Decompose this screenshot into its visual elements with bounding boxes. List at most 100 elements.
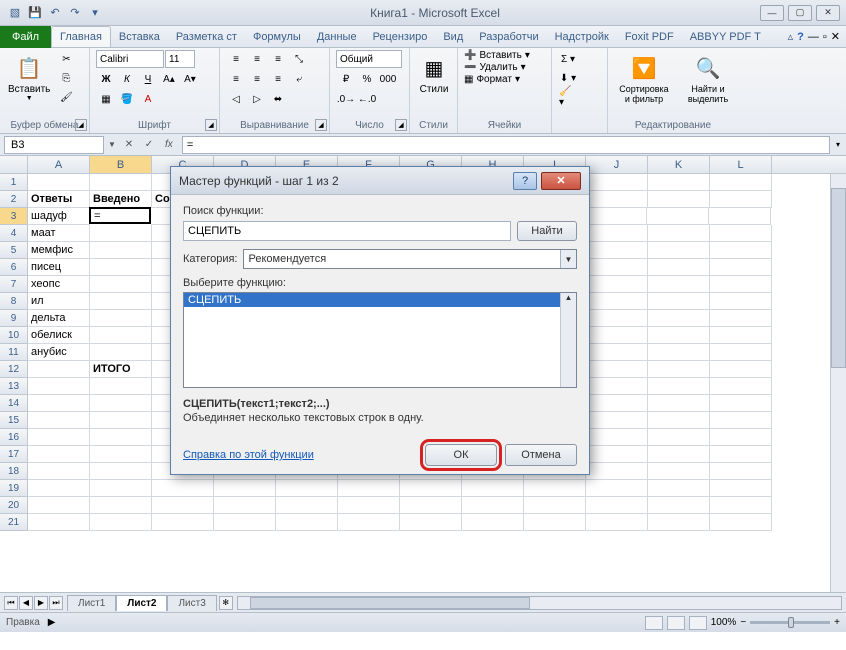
cell[interactable] [90,463,152,480]
cell[interactable] [586,429,648,446]
cell[interactable] [276,497,338,514]
column-header[interactable]: J [586,156,648,173]
ribbon-tab-1[interactable]: Вставка [111,26,168,47]
cell[interactable] [586,344,648,361]
cell[interactable] [214,480,276,497]
cell[interactable] [586,174,648,191]
enter-formula-icon[interactable]: ✓ [140,136,158,154]
excel-icon[interactable]: ▧ [6,4,24,22]
cell[interactable] [214,514,276,531]
function-help-link[interactable]: Справка по этой функции [183,449,314,461]
cell[interactable] [648,242,710,259]
cell[interactable] [586,480,648,497]
vscroll-thumb[interactable] [831,188,846,368]
column-header[interactable]: K [648,156,710,173]
align-left-icon[interactable]: ≡ [226,70,246,88]
row-header[interactable]: 20 [0,497,28,514]
row-header[interactable]: 15 [0,412,28,429]
ribbon-tab-2[interactable]: Разметка ст [168,26,245,47]
cell[interactable] [647,208,709,225]
undo-icon[interactable]: ↶ [46,4,64,22]
underline-button[interactable]: Ч [138,70,158,88]
page-break-view-icon[interactable] [689,616,707,630]
row-header[interactable]: 2 [0,191,28,208]
ribbon-tab-6[interactable]: Вид [435,26,471,47]
sort-filter-button[interactable]: 🔽 Сортировка и фильтр [614,50,674,106]
clear-icon[interactable]: 🧹 ▾ [558,88,578,106]
dialog-titlebar[interactable]: Мастер функций - шаг 1 из 2 ? ✕ [171,167,589,195]
sheet-tab[interactable]: Лист3 [167,595,216,611]
cell[interactable] [28,174,90,191]
find-select-button[interactable]: 🔍 Найти и выделить [678,50,738,106]
cell[interactable] [90,293,152,310]
cell[interactable] [648,344,710,361]
tab-nav-first-icon[interactable]: ⏮ [4,596,18,610]
column-header[interactable]: L [710,156,772,173]
cell[interactable]: Введено [90,191,152,208]
cell[interactable] [28,412,90,429]
cell[interactable] [710,225,772,242]
cell[interactable]: Ответы [28,191,90,208]
cell[interactable] [710,463,772,480]
cell[interactable] [152,480,214,497]
row-header[interactable]: 6 [0,259,28,276]
cell[interactable] [152,514,214,531]
number-launcher-icon[interactable]: ◢ [395,119,407,131]
row-header[interactable]: 3 [0,208,28,225]
cell[interactable] [648,259,710,276]
minimize-button[interactable]: ― [760,5,784,21]
cell[interactable] [90,429,152,446]
qat-dropdown-icon[interactable]: ▾ [86,4,104,22]
cell[interactable] [648,276,710,293]
cell[interactable] [90,344,152,361]
cell[interactable] [586,310,648,327]
maximize-button[interactable]: ▢ [788,5,812,21]
comma-icon[interactable]: 000 [378,70,398,88]
ribbon-tab-10[interactable]: ABBYY PDF T [682,26,769,47]
cell[interactable]: шадуф [28,208,90,225]
font-launcher-icon[interactable]: ◢ [205,119,217,131]
cell[interactable] [524,480,586,497]
format-painter-icon[interactable]: 🖌 [56,88,76,106]
row-header[interactable]: 4 [0,225,28,242]
list-item[interactable]: СЦЕПИТЬ [184,293,576,307]
align-center-icon[interactable]: ≡ [247,70,267,88]
cell[interactable]: мемфис [28,242,90,259]
cell[interactable] [338,514,400,531]
cell[interactable] [710,327,772,344]
redo-icon[interactable]: ↷ [66,4,84,22]
cell[interactable] [276,480,338,497]
row-header[interactable]: 10 [0,327,28,344]
cell[interactable] [710,293,772,310]
cell[interactable]: = [89,207,151,224]
cell[interactable] [586,276,648,293]
formula-input[interactable]: = [182,136,830,154]
increase-indent-icon[interactable]: ▷ [247,90,267,108]
tab-nav-last-icon[interactable]: ⏭ [49,596,63,610]
cell[interactable] [648,429,710,446]
cell[interactable] [586,412,648,429]
ribbon-tab-0[interactable]: Главная [51,26,111,47]
row-header[interactable]: 14 [0,395,28,412]
align-top-icon[interactable]: ≡ [226,50,246,68]
cell[interactable] [648,514,710,531]
cell[interactable] [400,497,462,514]
cell[interactable] [90,497,152,514]
cell[interactable] [586,514,648,531]
cell[interactable] [338,480,400,497]
wrap-text-icon[interactable]: ⤶ [289,70,309,88]
cell[interactable] [90,242,152,259]
insert-cells-button[interactable]: ➕Вставить ▾ [464,50,530,61]
zoom-thumb[interactable] [788,617,794,628]
cell[interactable] [152,497,214,514]
cell[interactable] [90,259,152,276]
delete-cells-button[interactable]: ➖Удалить ▾ [464,62,526,73]
cell[interactable] [524,514,586,531]
row-header[interactable]: 11 [0,344,28,361]
cell[interactable] [648,463,710,480]
cell[interactable] [710,361,772,378]
cell[interactable] [710,242,772,259]
cell[interactable] [90,446,152,463]
fill-color-icon[interactable]: 🪣 [117,90,137,108]
ribbon-tab-3[interactable]: Формулы [245,26,309,47]
